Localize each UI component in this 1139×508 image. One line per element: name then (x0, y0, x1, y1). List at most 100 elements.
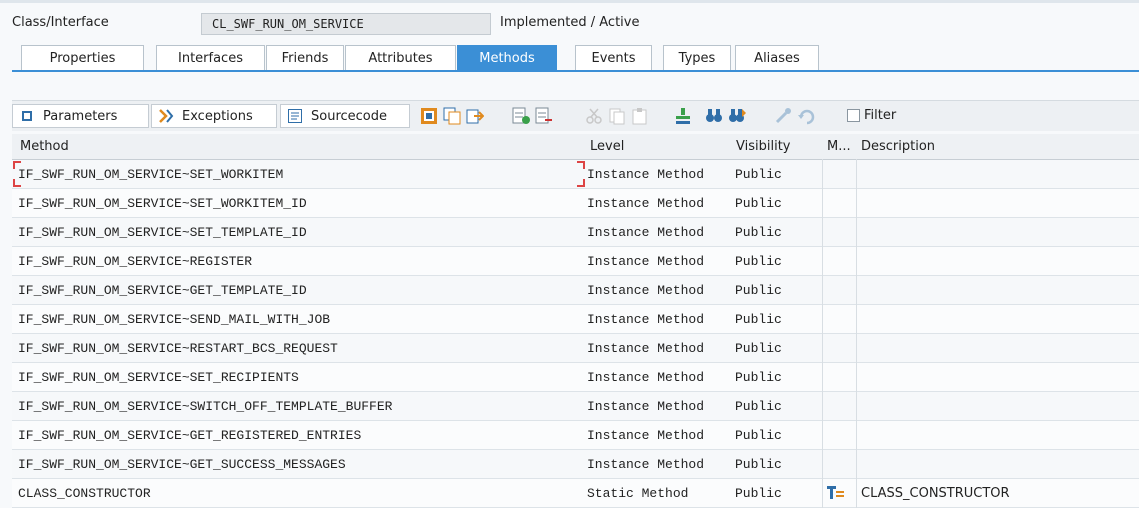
column-separator (856, 159, 857, 508)
filter-label: Filter (864, 108, 897, 123)
level-cell: Instance Method (587, 225, 705, 240)
level-cell: Instance Method (587, 370, 705, 385)
description-cell: CLASS_CONSTRUCTOR (861, 486, 1010, 501)
table-row[interactable]: IF_SWF_RUN_OM_SERVICE~GET_SUCCESS_MESSAG… (12, 450, 1139, 479)
method-name-cell: IF_SWF_RUN_OM_SERVICE~SEND_MAIL_WITH_JOB (18, 312, 331, 327)
visibility-cell: Public (735, 370, 782, 385)
method-name-cell: IF_SWF_RUN_OM_SERVICE~GET_SUCCESS_MESSAG… (18, 457, 346, 472)
table-header: Method Level Visibility M... Description (12, 134, 1139, 160)
table-row[interactable]: IF_SWF_RUN_OM_SERVICE~GET_TEMPLATE_ID Ins… (12, 276, 1139, 305)
class-constructor-icon (827, 485, 845, 505)
level-cell: Instance Method (587, 457, 705, 472)
visibility-cell: Public (735, 225, 782, 240)
visibility-cell: Public (735, 428, 782, 443)
column-header-visibility[interactable]: Visibility (736, 139, 790, 154)
table-row[interactable]: CLASS_CONSTRUCTOR Static Method Public CLAS… (12, 479, 1139, 508)
level-cell: Instance Method (587, 254, 705, 269)
tab-interfaces[interactable]: Interfaces (156, 45, 265, 70)
print-icon[interactable] (420, 107, 438, 129)
method-name-cell: IF_SWF_RUN_OM_SERVICE~GET_TEMPLATE_ID (18, 283, 307, 298)
parameters-icon (19, 108, 35, 124)
tab-aliases[interactable]: Aliases (735, 45, 819, 70)
level-cell: Instance Method (587, 341, 705, 356)
table-row[interactable]: IF_SWF_RUN_OM_SERVICE~SWITCH_OFF_TEMPLAT… (12, 392, 1139, 421)
find-next-icon[interactable] (728, 107, 746, 129)
class-name-field[interactable]: CL_SWF_RUN_OM_SERVICE (201, 13, 491, 35)
visibility-cell: Public (735, 312, 782, 327)
class-interface-label: Class/Interface (12, 15, 109, 30)
tab-underline (12, 70, 1139, 72)
tab-friends[interactable]: Friends (266, 45, 344, 70)
sourcecode-button[interactable]: Sourcecode (280, 104, 410, 128)
class-status: Implemented / Active (500, 15, 640, 30)
column-separator (822, 159, 823, 508)
visibility-cell: Public (735, 486, 782, 501)
table-row[interactable]: IF_SWF_RUN_OM_SERVICE~SEND_MAIL_WITH_JOB… (12, 305, 1139, 334)
table-row[interactable]: IF_SWF_RUN_OM_SERVICE~SET_WORKITEM_ID Ins… (12, 189, 1139, 218)
undo-icon[interactable] (797, 107, 815, 129)
copy-icon[interactable] (443, 107, 461, 129)
exceptions-label: Exceptions (182, 108, 253, 124)
visibility-cell: Public (735, 167, 782, 182)
tab-types[interactable]: Types (663, 45, 731, 70)
tab-events[interactable]: Events (575, 45, 652, 70)
column-header-m[interactable]: M... (827, 139, 851, 154)
table-row[interactable]: IF_SWF_RUN_OM_SERVICE~REGISTER Instance M… (12, 247, 1139, 276)
table-row[interactable]: IF_SWF_RUN_OM_SERVICE~RESTART_BCS_REQUES… (12, 334, 1139, 363)
cut-icon[interactable] (585, 107, 603, 129)
wizard-icon[interactable] (774, 107, 792, 129)
method-name-cell: IF_SWF_RUN_OM_SERVICE~SET_WORKITEM_ID (18, 196, 307, 211)
level-cell: Instance Method (587, 196, 705, 211)
method-name-cell: IF_SWF_RUN_OM_SERVICE~GET_REGISTERED_ENT… (18, 428, 362, 443)
method-name-cell: IF_SWF_RUN_OM_SERVICE~SET_WORKITEM (18, 167, 284, 182)
methods-toolbar: Parameters Exceptions Sourcecode Filter (12, 100, 1139, 131)
visibility-cell: Public (735, 341, 782, 356)
sort-icon[interactable] (674, 107, 692, 129)
clipboard-icon[interactable] (631, 107, 649, 129)
level-cell: Instance Method (587, 399, 705, 414)
visibility-cell: Public (735, 254, 782, 269)
table-row[interactable]: IF_SWF_RUN_OM_SERVICE~GET_REGISTERED_ENT… (12, 421, 1139, 450)
method-name-cell: IF_SWF_RUN_OM_SERVICE~SWITCH_OFF_TEMPLAT… (18, 399, 393, 414)
export-icon[interactable] (466, 107, 485, 129)
level-cell: Instance Method (587, 283, 705, 298)
selection-marker (577, 161, 585, 169)
tab-properties[interactable]: Properties (21, 45, 144, 70)
table-row[interactable]: IF_SWF_RUN_OM_SERVICE~SET_RECIPIENTS Inst… (12, 363, 1139, 392)
filter-checkbox[interactable] (847, 109, 860, 122)
filter-checkbox-group[interactable]: Filter (847, 108, 896, 123)
tab-methods[interactable]: Methods (457, 45, 557, 70)
selection-marker (13, 179, 21, 187)
tab-attributes[interactable]: Attributes (345, 45, 456, 70)
column-header-level[interactable]: Level (590, 139, 624, 154)
insert-row-icon[interactable] (512, 107, 530, 129)
column-header-method[interactable]: Method (20, 139, 69, 154)
method-name-cell: IF_SWF_RUN_OM_SERVICE~REGISTER (18, 254, 253, 269)
level-cell: Instance Method (587, 428, 705, 443)
parameters-button[interactable]: Parameters (12, 104, 149, 128)
method-name-cell: IF_SWF_RUN_OM_SERVICE~SET_RECIPIENTS (18, 370, 299, 385)
column-header-description[interactable]: Description (861, 139, 935, 154)
methods-table: Method Level Visibility M... Description… (12, 134, 1139, 508)
visibility-cell: Public (735, 457, 782, 472)
selection-marker (13, 161, 21, 169)
table-body: IF_SWF_RUN_OM_SERVICE~SET_WORKITEM Instan… (12, 160, 1139, 508)
top-divider (0, 0, 1139, 3)
table-row[interactable]: IF_SWF_RUN_OM_SERVICE~SET_TEMPLATE_ID Ins… (12, 218, 1139, 247)
visibility-cell: Public (735, 399, 782, 414)
visibility-cell: Public (735, 283, 782, 298)
method-name-cell: IF_SWF_RUN_OM_SERVICE~SET_TEMPLATE_ID (18, 225, 307, 240)
level-cell: Static Method (587, 486, 689, 501)
table-row[interactable]: IF_SWF_RUN_OM_SERVICE~SET_WORKITEM Instan… (12, 160, 1139, 189)
find-icon[interactable] (705, 107, 723, 129)
paste-icon[interactable] (608, 107, 626, 129)
sourcecode-icon (287, 108, 303, 124)
level-cell: Instance Method (587, 167, 705, 182)
method-name-cell: CLASS_CONSTRUCTOR (18, 486, 151, 501)
visibility-cell: Public (735, 196, 782, 211)
parameters-label: Parameters (43, 108, 118, 124)
exceptions-icon (158, 108, 174, 124)
exceptions-button[interactable]: Exceptions (151, 104, 277, 128)
delete-row-icon[interactable] (535, 107, 553, 129)
selection-marker (577, 179, 585, 187)
